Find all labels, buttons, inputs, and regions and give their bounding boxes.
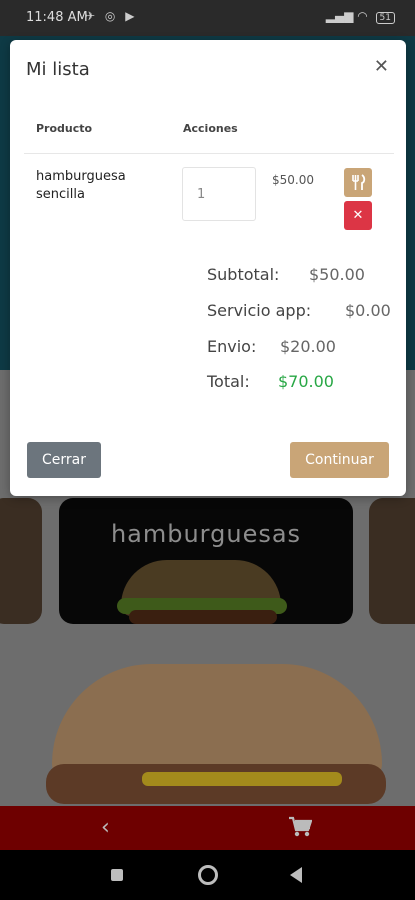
utensils-button[interactable] <box>344 168 372 197</box>
close-icon[interactable]: ✕ <box>374 56 389 77</box>
column-header-product: Producto <box>36 122 93 135</box>
youtube-icon: ▶ <box>125 9 138 23</box>
home-icon[interactable] <box>198 865 218 885</box>
service-label: Servicio app: <box>207 301 312 320</box>
bottom-nav: ‹ <box>0 806 415 850</box>
status-bar: 11:48 AM ✈ ◎ ▶ ▂▄▆ ◠ 51 <box>0 0 415 36</box>
android-nav-bar <box>0 850 415 900</box>
total-label: Total: <box>207 372 250 391</box>
product-image-cheese <box>142 772 342 786</box>
table-divider <box>24 153 394 154</box>
modal-title: Mi lista <box>26 59 90 80</box>
close-button[interactable]: Cerrar <box>27 442 101 478</box>
shipping-label: Envio: <box>207 337 257 356</box>
continue-button[interactable]: Continuar <box>290 442 389 478</box>
cart-icon[interactable] <box>288 816 312 838</box>
product-price: $50.00 <box>272 173 314 187</box>
back-chevron-icon[interactable]: ‹ <box>101 815 110 840</box>
shipping-value: $20.00 <box>280 337 336 356</box>
product-image <box>46 664 386 824</box>
notification-icons: ✈ ◎ ▶ <box>85 9 137 23</box>
category-title: hamburguesas <box>110 520 302 548</box>
category-card-hamburguesas[interactable]: hamburguesas <box>59 498 353 624</box>
burger-image-patty <box>129 610 277 624</box>
system-icons: ▂▄▆ ◠ 51 <box>326 9 395 24</box>
delete-button[interactable]: ✕ <box>344 201 372 230</box>
cart-modal: Mi lista ✕ Producto Acciones hamburguesa… <box>10 40 406 496</box>
category-card-next[interactable] <box>369 498 415 624</box>
service-value: $0.00 <box>345 301 391 320</box>
category-card-prev[interactable] <box>0 498 42 624</box>
whatsapp-icon: ◎ <box>104 9 119 23</box>
quantity-input[interactable] <box>182 167 256 221</box>
wifi-icon: ◠ <box>357 9 368 23</box>
status-time: 11:48 AM <box>26 10 88 25</box>
signal-icon: ▂▄▆ <box>325 9 354 23</box>
total-value: $70.00 <box>278 372 334 391</box>
recents-icon[interactable] <box>111 869 123 881</box>
subtotal-label: Subtotal: <box>207 265 280 284</box>
delete-icon: ✕ <box>352 208 364 223</box>
android-back-icon[interactable] <box>290 867 302 883</box>
utensils-icon <box>352 174 366 190</box>
column-header-actions: Acciones <box>183 122 238 135</box>
battery-icon: 51 <box>375 12 395 24</box>
bluetooth-off-icon: ✈ <box>85 9 99 23</box>
subtotal-value: $50.00 <box>309 265 365 284</box>
product-name: hamburguesa sencilla <box>36 169 126 202</box>
